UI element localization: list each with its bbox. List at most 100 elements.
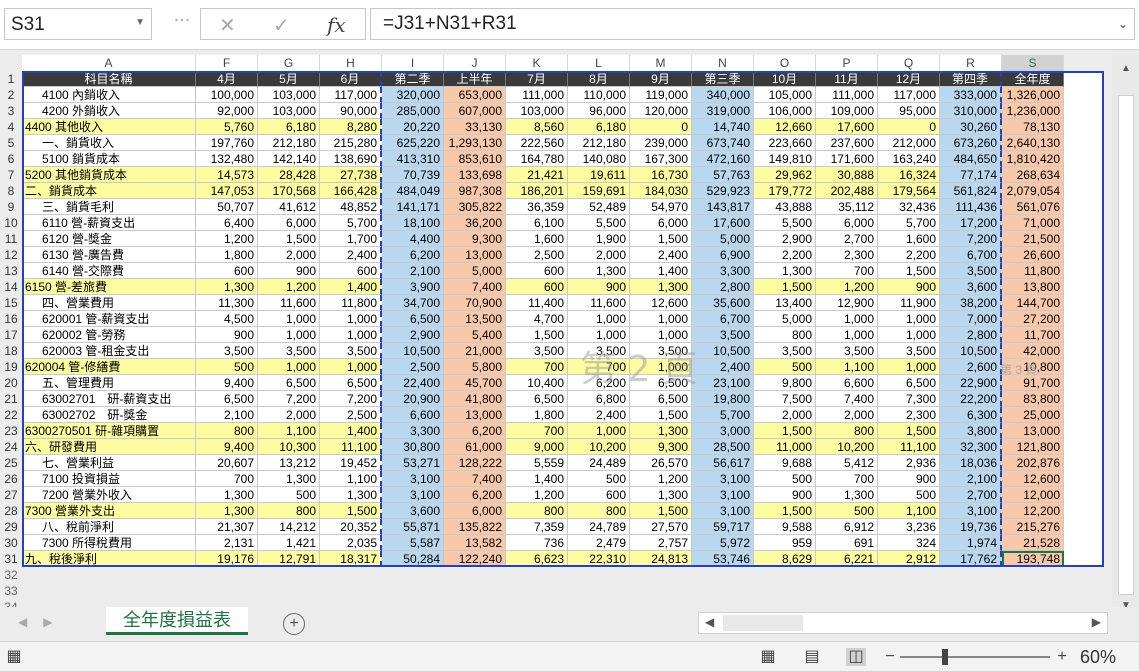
cell[interactable]: 9,300: [630, 439, 692, 455]
cell[interactable]: 239,000: [630, 135, 692, 151]
cell[interactable]: 106,000: [754, 103, 816, 119]
cell[interactable]: 11,000: [754, 439, 816, 455]
cell[interactable]: 1,500: [754, 423, 816, 439]
cell[interactable]: 620003 管-租金支出: [22, 343, 196, 359]
row-header[interactable]: 6: [0, 151, 22, 167]
cell[interactable]: 6,500: [320, 375, 382, 391]
cell[interactable]: 6150 營-差旅費: [22, 279, 196, 295]
cell[interactable]: 122,240: [444, 551, 506, 567]
cell[interactable]: 6,000: [258, 215, 320, 231]
cell[interactable]: 13,582: [444, 535, 506, 551]
cell[interactable]: 5,700: [692, 407, 754, 423]
cell[interactable]: 900: [258, 263, 320, 279]
cell[interactable]: 7,200: [320, 391, 382, 407]
cell[interactable]: 6,000: [816, 215, 878, 231]
cell[interactable]: 100,000: [196, 87, 258, 103]
cell[interactable]: 2,000: [568, 247, 630, 263]
cell[interactable]: 5,587: [382, 535, 444, 551]
cell[interactable]: 1,600: [506, 231, 568, 247]
cell[interactable]: 5,500: [754, 215, 816, 231]
cell[interactable]: 71,000: [1002, 215, 1064, 231]
cell[interactable]: 26,600: [1002, 247, 1064, 263]
cell[interactable]: 900: [878, 471, 940, 487]
column-header[interactable]: G: [258, 55, 320, 71]
cell[interactable]: 3,600: [940, 279, 1002, 295]
insert-function-icon[interactable]: fx: [327, 13, 346, 37]
cell[interactable]: 1,000: [878, 311, 940, 327]
vertical-scroll-thumb[interactable]: [1118, 95, 1134, 595]
scroll-left-icon[interactable]: ◀: [705, 615, 714, 629]
cell[interactable]: 2,900: [754, 231, 816, 247]
cell[interactable]: 7,400: [816, 391, 878, 407]
cell[interactable]: 7,500: [754, 391, 816, 407]
cell[interactable]: 1,000: [320, 327, 382, 343]
cell[interactable]: 164,780: [506, 151, 568, 167]
cell[interactable]: 3,500: [258, 343, 320, 359]
row-header[interactable]: 14: [0, 279, 22, 295]
tab-nav-arrows[interactable]: ◀▶: [18, 615, 68, 629]
cell[interactable]: 11,300: [196, 295, 258, 311]
cell[interactable]: 268,634: [1002, 167, 1064, 183]
row-header[interactable]: 31: [0, 551, 22, 567]
cell[interactable]: 310,000: [940, 103, 1002, 119]
cell[interactable]: 222,560: [506, 135, 568, 151]
cell[interactable]: 625,220: [382, 135, 444, 151]
cell[interactable]: 1,000: [878, 359, 940, 375]
cell[interactable]: 5,400: [444, 327, 506, 343]
cell[interactable]: 0: [630, 119, 692, 135]
cell[interactable]: 13,500: [444, 311, 506, 327]
cell[interactable]: 41,800: [444, 391, 506, 407]
cell[interactable]: 111,436: [940, 199, 1002, 215]
cell[interactable]: 9,688: [754, 455, 816, 471]
cell[interactable]: 6,221: [816, 551, 878, 567]
cell[interactable]: 110,000: [568, 87, 630, 103]
cell[interactable]: 600: [506, 279, 568, 295]
cell[interactable]: 1,500: [878, 263, 940, 279]
cell[interactable]: 3,300: [382, 423, 444, 439]
cell[interactable]: 6,400: [196, 215, 258, 231]
cell[interactable]: 6,200: [444, 487, 506, 503]
cell[interactable]: 21,307: [196, 519, 258, 535]
cell[interactable]: 19,452: [320, 455, 382, 471]
column-header[interactable]: J: [444, 55, 506, 71]
cell[interactable]: 11,900: [878, 295, 940, 311]
cell[interactable]: 10,300: [258, 439, 320, 455]
cell[interactable]: 1,200: [816, 279, 878, 295]
cell[interactable]: 1,800: [506, 407, 568, 423]
cell[interactable]: 128,222: [444, 455, 506, 471]
column-title-cell[interactable]: 6月: [320, 71, 382, 87]
cell[interactable]: 800: [506, 503, 568, 519]
cell[interactable]: 1,500: [258, 231, 320, 247]
cell[interactable]: 2,000: [816, 407, 878, 423]
cell[interactable]: 21,421: [506, 167, 568, 183]
cell[interactable]: 186,201: [506, 183, 568, 199]
cell[interactable]: 50,284: [382, 551, 444, 567]
column-title-cell[interactable]: 11月: [816, 71, 878, 87]
cell[interactable]: 22,900: [940, 375, 1002, 391]
cell[interactable]: 5,412: [816, 455, 878, 471]
cell[interactable]: 1,000: [816, 311, 878, 327]
cell[interactable]: 700: [506, 359, 568, 375]
cell[interactable]: 30,888: [816, 167, 878, 183]
cell[interactable]: 1,300: [196, 503, 258, 519]
cell[interactable]: 6120 營-獎金: [22, 231, 196, 247]
cell[interactable]: 11,800: [1002, 263, 1064, 279]
cell[interactable]: 1,500: [630, 503, 692, 519]
cell[interactable]: 561,824: [940, 183, 1002, 199]
cell[interactable]: 11,100: [878, 439, 940, 455]
cell[interactable]: 600: [196, 263, 258, 279]
cell[interactable]: 63002701 研-薪資支出: [22, 391, 196, 407]
cell[interactable]: 3,800: [940, 423, 1002, 439]
cell[interactable]: 45,700: [444, 375, 506, 391]
cell[interactable]: 5,000: [444, 263, 506, 279]
column-header[interactable]: S: [1002, 55, 1064, 71]
row-header[interactable]: 25: [0, 455, 22, 471]
cell[interactable]: 600: [320, 263, 382, 279]
cell[interactable]: 1,300: [816, 487, 878, 503]
cell[interactable]: 167,300: [630, 151, 692, 167]
cell[interactable]: 9,400: [196, 439, 258, 455]
cell[interactable]: 9,588: [754, 519, 816, 535]
cell[interactable]: 3,100: [692, 503, 754, 519]
cell[interactable]: 13,800: [1002, 279, 1064, 295]
cell[interactable]: 2,600: [940, 359, 1002, 375]
